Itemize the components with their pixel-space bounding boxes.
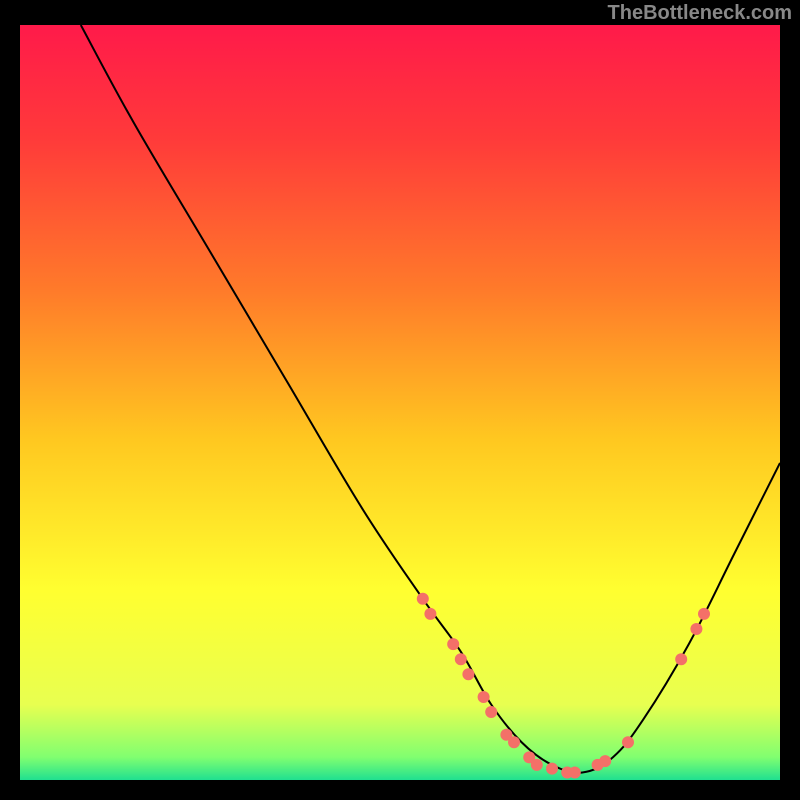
marker-point (455, 653, 467, 665)
marker-point (546, 763, 558, 775)
bottleneck-curve (81, 25, 780, 773)
marker-point (531, 759, 543, 771)
marker-point (417, 593, 429, 605)
curve-overlay (20, 25, 780, 780)
marker-point (675, 653, 687, 665)
marker-point (478, 691, 490, 703)
chart-plot-area (20, 25, 780, 780)
marker-point (698, 608, 710, 620)
marker-point (485, 706, 497, 718)
marker-point (622, 736, 634, 748)
marker-point (462, 668, 474, 680)
marker-point (569, 766, 581, 778)
marker-point (424, 608, 436, 620)
marker-point (599, 755, 611, 767)
watermark-text: TheBottleneck.com (608, 2, 792, 25)
marker-point (508, 736, 520, 748)
marker-point (447, 638, 459, 650)
marker-point (690, 623, 702, 635)
